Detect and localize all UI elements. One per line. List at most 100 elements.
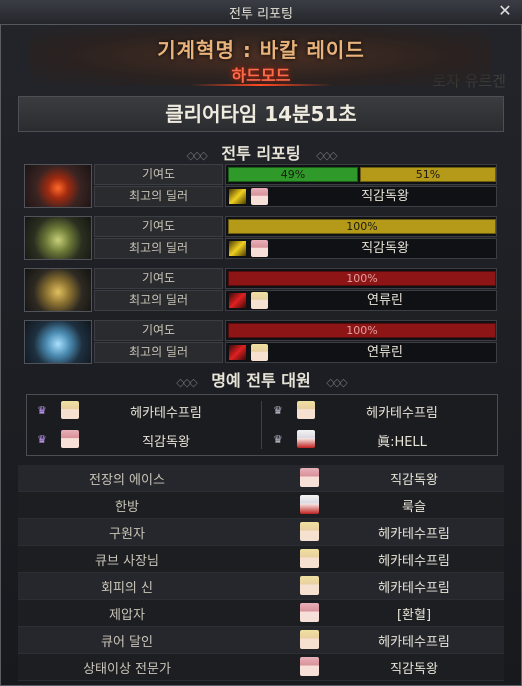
title-bar[interactable]: 전투 리포팅 ✕	[0, 0, 522, 25]
pink-hair-avatar-icon	[300, 603, 319, 622]
award-row[interactable]: 전장의 에이스 직감독왕	[18, 465, 504, 492]
blonde-avatar-icon	[251, 344, 268, 361]
close-icon[interactable]: ✕	[496, 2, 514, 20]
crown-icon: ♛	[273, 404, 283, 417]
contribution-row: 기여도 100%	[94, 320, 497, 341]
section-title-report: 전투 리포팅	[221, 144, 301, 163]
blonde-avatar-icon	[251, 292, 268, 309]
window-title: 전투 리포팅	[229, 7, 293, 22]
green-dragon-portrait-icon	[24, 216, 92, 260]
boss-row: 기여도 100% 최고의 딜러 연류린	[24, 268, 497, 312]
crown-icon: ♛	[37, 433, 47, 446]
pink-hair-avatar-icon	[61, 430, 79, 448]
contribution-row: 기여도 100%	[94, 216, 497, 237]
award-row[interactable]: 회피의 신 헤카테수프림	[18, 573, 504, 600]
best-dealer-row: 최고의 딜러 연류린	[94, 290, 497, 311]
best-dealer-row: 최고의 딜러 직감독왕	[94, 186, 497, 207]
yellow-slash-icon	[229, 241, 246, 256]
award-title: 회피의 신	[101, 581, 153, 596]
award-row[interactable]: 큐어 달인 헤카테수프림	[18, 627, 504, 654]
white-hair-avatar-icon	[297, 430, 315, 448]
best-dealer-row: 최고의 딜러 연류린	[94, 342, 497, 363]
honor-divider	[261, 401, 262, 449]
decoration-icon: ◇◇◇	[326, 376, 347, 389]
award-title: 상태이상 전문가	[83, 662, 171, 677]
honor-member-name: 眞:HELL	[377, 435, 427, 450]
best-dealer-value: 연류린	[225, 342, 497, 363]
honor-member-name: 헤카테수프림	[130, 406, 202, 421]
award-winner: 헤카테수프림	[378, 635, 450, 650]
best-dealer-row: 최고의 딜러 직감독왕	[94, 238, 497, 259]
contribution-bar: 51%	[360, 167, 496, 182]
award-winner: 직감독왕	[390, 473, 438, 488]
best-dealer-value: 연류린	[225, 290, 497, 311]
best-dealer-value: 직감독왕	[225, 186, 497, 207]
white-hair-avatar-icon	[300, 495, 319, 514]
award-winner: 직감독왕	[390, 662, 438, 677]
honor-member[interactable]: ♛ 직감독왕	[27, 426, 245, 452]
section-header-honor: ◇◇◇ 명예 전투 대원 ◇◇◇	[0, 367, 522, 391]
honor-member[interactable]: ♛ 헤카테수프림	[263, 397, 481, 423]
award-winner: 헤카테수프림	[378, 527, 450, 542]
contribution-bar: 100%	[228, 219, 496, 234]
award-row[interactable]: 한방 룩슬	[18, 492, 504, 519]
award-row[interactable]: 상태이상 전문가 직감독왕	[18, 654, 504, 681]
contribution-bar: 100%	[228, 271, 496, 286]
best-dealer-name: 직감독왕	[361, 241, 409, 256]
contribution-bar-track: 49% 51%	[225, 164, 497, 185]
award-winner: 룩슬	[402, 500, 426, 515]
award-row[interactable]: 큐브 사장님 헤카테수프림	[18, 546, 504, 573]
award-title: 한방	[115, 500, 139, 515]
raid-name: 기계혁명 : 바칼 레이드	[157, 38, 365, 62]
contribution-row: 기여도 100%	[94, 268, 497, 289]
ice-dragon-portrait-icon	[24, 320, 92, 364]
best-dealer-label: 최고의 딜러	[94, 290, 223, 311]
decoration-icon: ◇◇◇	[176, 376, 197, 389]
difficulty-underline	[190, 84, 332, 86]
blonde-avatar-icon	[300, 576, 319, 595]
best-dealer-name: 직감독왕	[361, 189, 409, 204]
contribution-label: 기여도	[94, 164, 223, 185]
contribution-label: 기여도	[94, 320, 223, 341]
contribution-bar-track: 100%	[225, 268, 497, 289]
award-title: 전장의 에이스	[89, 473, 165, 488]
section-title-honor: 명예 전투 대원	[211, 371, 311, 390]
honor-member-name: 헤카테수프림	[366, 406, 438, 421]
blonde-avatar-icon	[297, 401, 315, 419]
contribution-bar-track: 100%	[225, 320, 497, 341]
honor-member[interactable]: ♛ 眞:HELL	[263, 426, 481, 452]
contribution-label: 기여도	[94, 216, 223, 237]
contribution-label: 기여도	[94, 268, 223, 289]
decoration-icon: ◇◇◇	[316, 149, 337, 162]
best-dealer-label: 최고의 딜러	[94, 238, 223, 259]
pink-hair-avatar-icon	[300, 657, 319, 676]
red-claw-icon	[229, 345, 246, 360]
blonde-avatar-icon	[61, 401, 79, 419]
boss-row: 기여도 49% 51% 최고의 딜러 직감독왕	[24, 164, 497, 208]
pink-hair-avatar-icon	[251, 240, 268, 257]
award-title: 큐브 사장님	[95, 554, 159, 569]
yellow-slash-icon	[229, 189, 246, 204]
boss-row: 기여도 100% 최고의 딜러 연류린	[24, 320, 497, 364]
best-dealer-value: 직감독왕	[225, 238, 497, 259]
red-claw-icon	[229, 293, 246, 308]
difficulty-label: 하드모드	[231, 66, 291, 85]
award-row[interactable]: 구원자 헤카테수프림	[18, 519, 504, 546]
contribution-bar: 100%	[228, 323, 496, 338]
contribution-row: 기여도 49% 51%	[94, 164, 497, 185]
decoration-icon: ◇◇◇	[186, 149, 207, 162]
clear-time: 클리어타임 14분51초	[18, 96, 504, 132]
pink-hair-avatar-icon	[300, 468, 319, 487]
award-title: 큐어 달인	[101, 635, 153, 650]
pink-hair-avatar-icon	[251, 188, 268, 205]
awards-table: 전장의 에이스 직감독왕 한방 룩슬 구원자 헤카테수프림 큐브 사장님 헤카테수프림 회피의 …	[18, 465, 504, 681]
honor-members-panel: ♛ 헤카테수프림 ♛ 헤카테수프림 ♛ 직감독왕 ♛ 眞:HELL	[26, 394, 498, 456]
award-winner: 헤카테수프림	[378, 554, 450, 569]
award-row[interactable]: 제압자 [환혈]	[18, 600, 504, 627]
honor-member[interactable]: ♛ 헤카테수프림	[27, 397, 245, 423]
award-winner: 헤카테수프림	[378, 581, 450, 596]
award-title: 구원자	[109, 527, 145, 542]
best-dealer-label: 최고의 딜러	[94, 186, 223, 207]
best-dealer-label: 최고의 딜러	[94, 342, 223, 363]
contribution-bar-track: 100%	[225, 216, 497, 237]
